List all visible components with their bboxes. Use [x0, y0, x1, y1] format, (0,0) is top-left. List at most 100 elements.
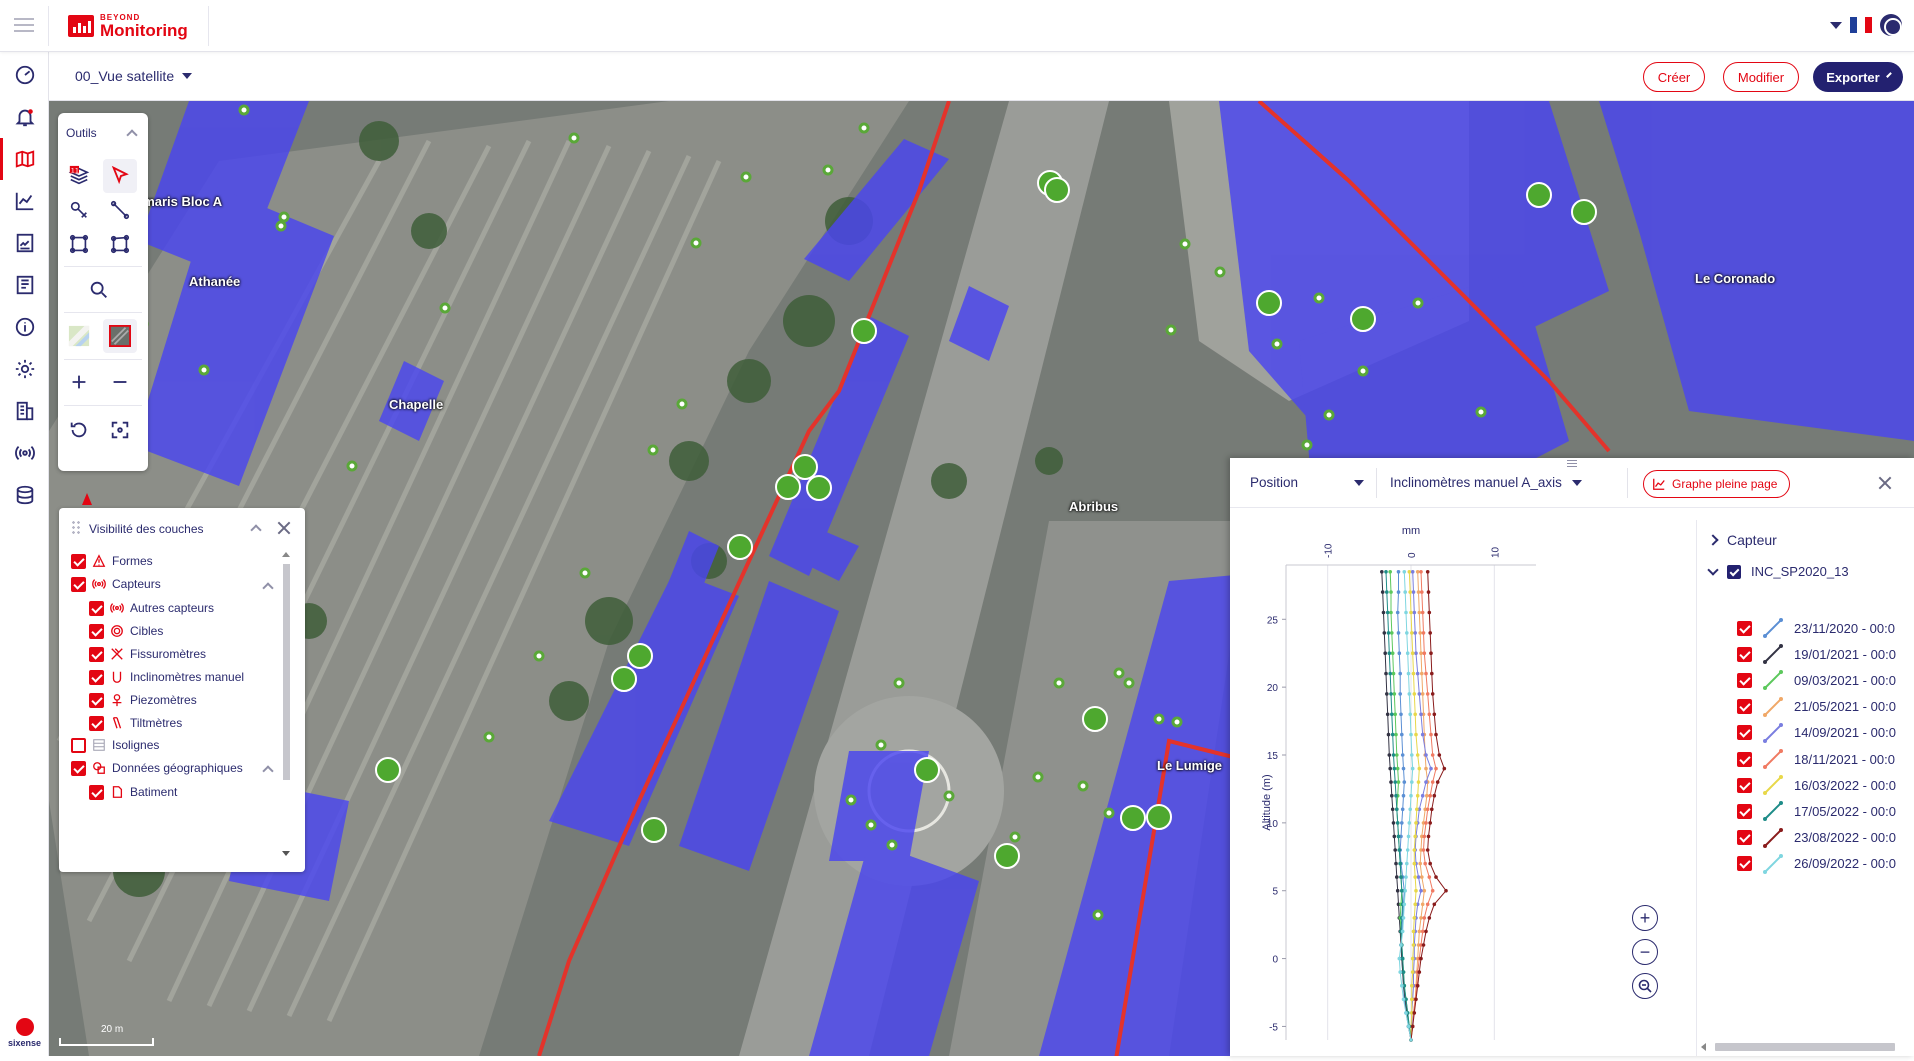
satellite-basemap-button[interactable] [103, 319, 137, 353]
layers-scrollbar[interactable] [281, 550, 291, 858]
app-logo[interactable]: BEYOND Monitoring [68, 12, 188, 40]
checkbox[interactable] [71, 760, 86, 776]
inclinometer-chart[interactable]: mm Altitude (m) -10 0 10 -5 0 5 10 15 20 25 [1246, 520, 1611, 1056]
sidebar-item-documents[interactable] [0, 264, 49, 306]
scroll-down-icon[interactable] [282, 851, 290, 856]
checkbox[interactable] [1737, 699, 1752, 715]
scroll-left-icon[interactable] [1701, 1043, 1706, 1051]
polygon-tool-button[interactable] [103, 227, 137, 261]
checkbox[interactable] [1737, 672, 1752, 688]
search-tool-button[interactable] [82, 273, 116, 307]
collapse-chevron-icon[interactable] [126, 129, 138, 141]
layer-item-donnees-geographiques[interactable]: Données géographiques [71, 757, 243, 779]
checkbox[interactable] [1737, 620, 1752, 636]
checkbox[interactable] [89, 646, 104, 662]
legend-item[interactable]: 09/03/2021 - 00:0 [1737, 668, 1896, 692]
chevron-down-icon[interactable] [1707, 563, 1719, 576]
chart-svg[interactable]: mmAltitude (m)-10 0 10-50510152025 [1246, 520, 1611, 1056]
legend-header[interactable]: Capteur [1707, 532, 1777, 548]
layer-item-cibles[interactable]: Cibles [89, 620, 163, 642]
legend-item[interactable]: 17/05/2022 - 00:0 [1737, 799, 1896, 823]
resize-handle-icon[interactable] [1567, 460, 1577, 469]
plan-basemap-button[interactable] [62, 319, 96, 353]
layers-tool-button[interactable]: 11 [62, 159, 96, 193]
zoom-in-button[interactable] [62, 365, 96, 399]
sidebar-item-sensors[interactable] [0, 432, 49, 474]
sidebar-item-buildings[interactable] [0, 390, 49, 432]
layer-item-autres-capteurs[interactable]: Autres capteurs [89, 597, 214, 619]
zoom-out-button[interactable] [103, 365, 137, 399]
layer-item-isolignes[interactable]: Isolignes [71, 734, 159, 756]
legend-item[interactable]: 18/11/2021 - 00:0 [1737, 747, 1895, 771]
legend-sensor-group[interactable]: INC_SP2020_13 [1707, 563, 1849, 579]
layer-item-formes[interactable]: Formes [71, 550, 153, 572]
legend-item[interactable]: 21/05/2021 - 00:0 [1737, 695, 1896, 719]
checkbox[interactable] [1737, 803, 1752, 819]
scroll-up-icon[interactable] [282, 552, 290, 557]
fit-view-button[interactable] [103, 413, 137, 447]
checkbox[interactable] [89, 784, 104, 800]
checkbox[interactable] [89, 692, 104, 708]
checkbox[interactable] [71, 737, 86, 753]
checkbox[interactable] [71, 553, 86, 569]
checkbox[interactable] [1727, 564, 1741, 579]
export-button[interactable]: Exporter [1813, 62, 1903, 92]
line-tool-button[interactable] [103, 193, 137, 227]
legend-item[interactable]: 14/09/2021 - 00:0 [1737, 721, 1896, 745]
legend-item[interactable]: 23/11/2020 - 00:0 [1737, 616, 1895, 640]
select-tool-button[interactable] [103, 159, 137, 193]
checkbox[interactable] [1737, 751, 1752, 767]
collapse-chevron-icon[interactable] [262, 765, 274, 777]
point-tool-button[interactable] [62, 193, 96, 227]
checkbox[interactable] [89, 623, 104, 639]
fr-flag-icon[interactable] [1850, 17, 1872, 33]
layer-item-fissurometres[interactable]: Fissuromètres [89, 643, 206, 665]
sidebar-item-alerts[interactable] [0, 96, 49, 138]
edit-button[interactable]: Modifier [1723, 62, 1799, 92]
sidebar-item-info[interactable] [0, 306, 49, 348]
chart-zoom-out-button[interactable]: − [1632, 939, 1658, 965]
checkbox[interactable] [1737, 725, 1752, 741]
layer-item-piezometres[interactable]: Piezomètres [89, 689, 197, 711]
sidebar-item-dashboard[interactable] [0, 54, 49, 96]
sidebar-item-settings[interactable] [0, 348, 49, 390]
create-button[interactable]: Créer [1643, 62, 1705, 92]
close-icon[interactable] [1878, 476, 1892, 490]
checkbox[interactable] [89, 600, 104, 616]
drag-handle-icon[interactable] [71, 520, 81, 534]
rectangle-tool-button[interactable] [62, 227, 96, 261]
chart-zoom-reset-button[interactable] [1632, 973, 1658, 999]
legend-scrollbar[interactable] [1701, 1042, 1914, 1052]
checkbox[interactable] [1737, 646, 1752, 662]
legend-item[interactable]: 26/09/2022 - 00:0 [1737, 852, 1896, 876]
checkbox[interactable] [89, 669, 104, 685]
layer-item-inclinometres[interactable]: Inclinomètres manuel [89, 666, 244, 688]
checkbox[interactable] [71, 576, 86, 592]
checkbox[interactable] [1737, 777, 1752, 793]
sidebar-item-map[interactable] [0, 138, 49, 180]
checkbox[interactable] [89, 715, 104, 731]
position-select[interactable]: Position [1250, 475, 1365, 490]
menu-icon[interactable] [14, 18, 34, 34]
chart-zoom-in-button[interactable]: + [1632, 905, 1658, 931]
layer-item-tiltmetres[interactable]: Tiltmètres [89, 712, 182, 734]
layer-item-capteurs[interactable]: Capteurs [71, 573, 271, 595]
legend-item[interactable]: 16/03/2022 - 00:0 [1737, 773, 1896, 797]
sidebar-item-data[interactable] [0, 474, 49, 516]
collapse-chevron-icon[interactable] [250, 524, 262, 536]
scroll-thumb[interactable] [1715, 1043, 1895, 1051]
user-menu-chevron-icon[interactable] [1830, 21, 1842, 29]
sidebar-item-charts[interactable] [0, 180, 49, 222]
close-icon[interactable] [277, 521, 291, 535]
legend-item[interactable]: 19/01/2021 - 00:0 [1737, 642, 1896, 666]
reset-view-button[interactable] [62, 413, 96, 447]
layer-item-batiment[interactable]: Batiment [89, 781, 177, 803]
scroll-thumb[interactable] [283, 564, 290, 780]
fullpage-graph-button[interactable]: Graphe pleine page [1643, 470, 1791, 498]
sidebar-item-reports[interactable] [0, 222, 49, 264]
legend-item[interactable]: 23/08/2022 - 00:0 [1737, 826, 1896, 850]
view-selector[interactable]: 00_Vue satellite [75, 68, 193, 84]
globe-icon[interactable] [1880, 14, 1902, 36]
checkbox[interactable] [1737, 856, 1752, 872]
checkbox[interactable] [1737, 830, 1752, 846]
